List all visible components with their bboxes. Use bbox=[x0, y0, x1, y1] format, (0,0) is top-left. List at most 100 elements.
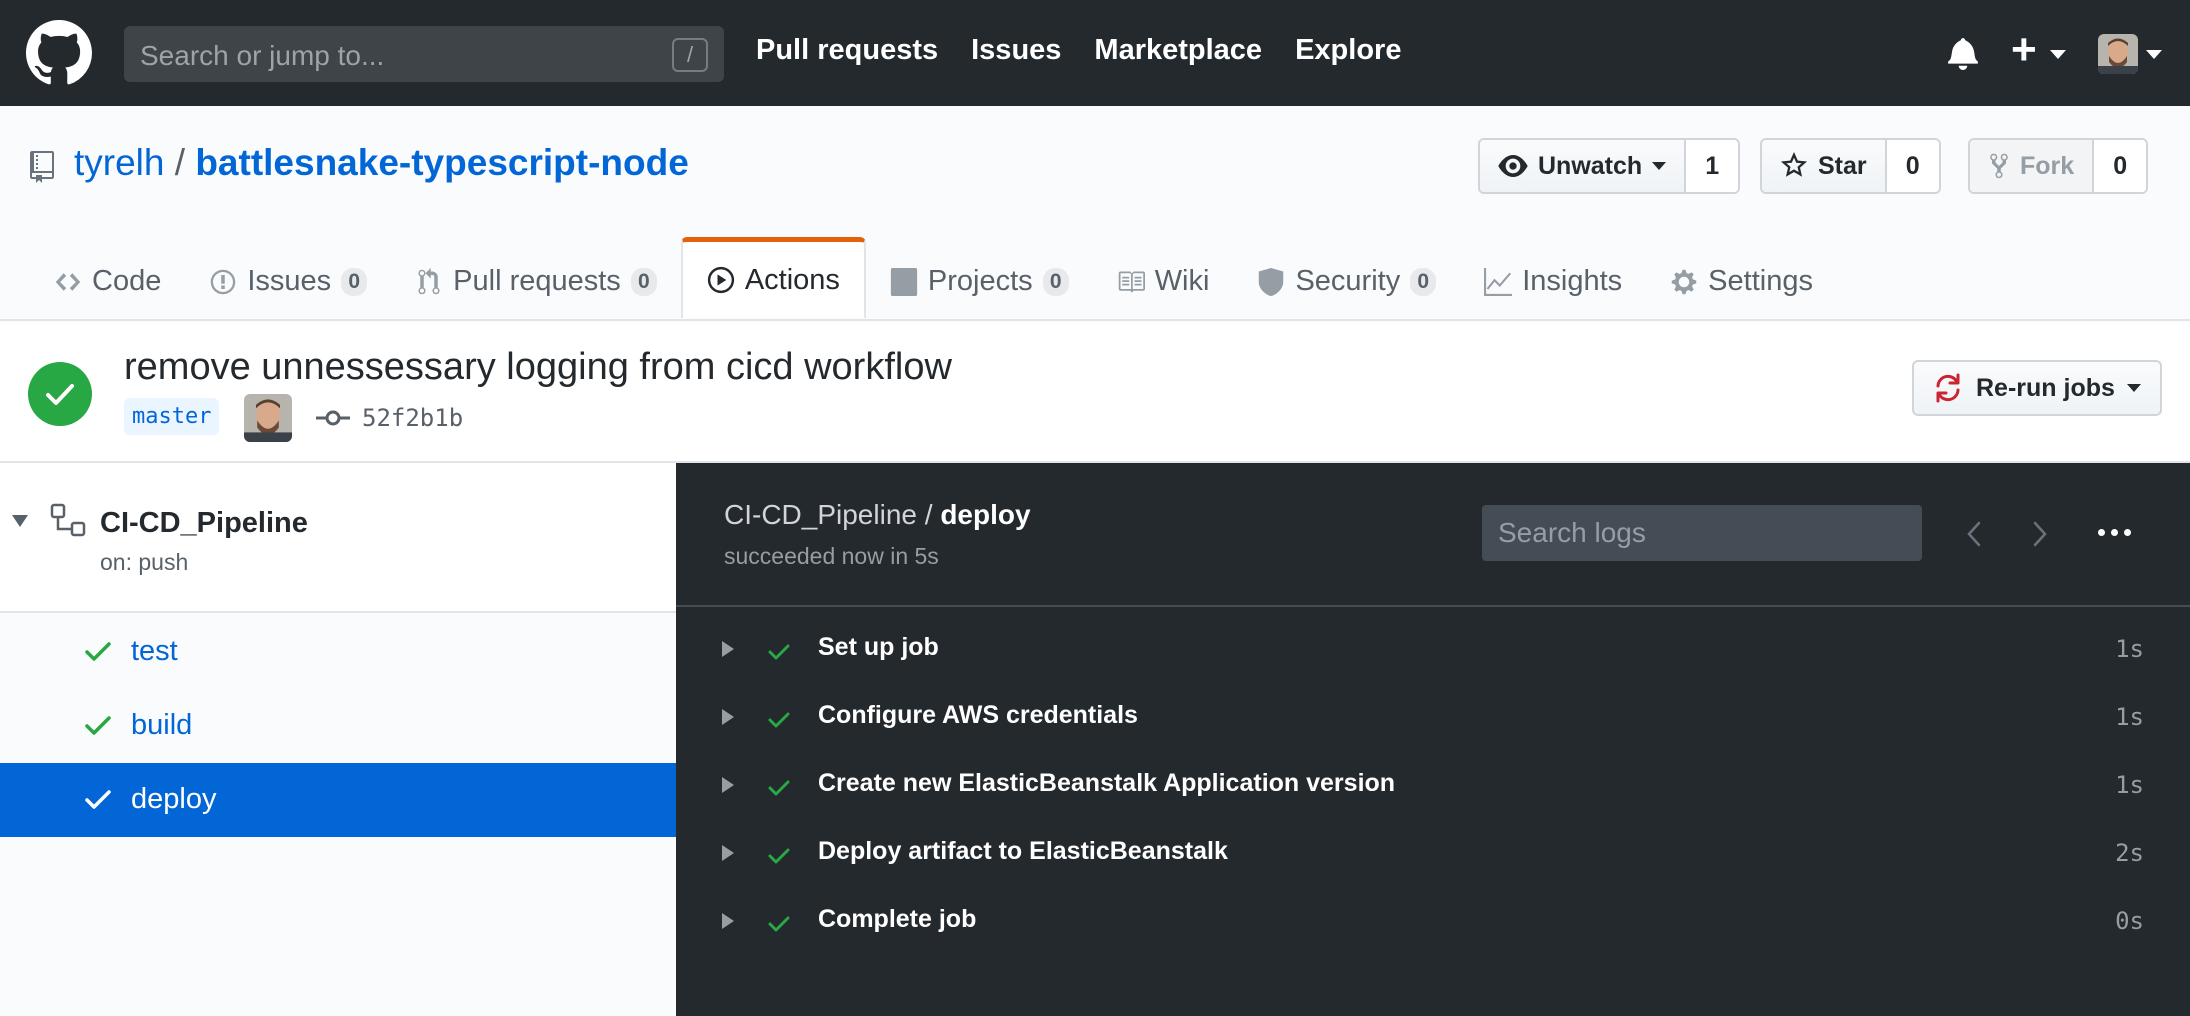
tab-settings[interactable]: Settings bbox=[1646, 242, 1837, 321]
graph-icon bbox=[1484, 267, 1513, 296]
tab-projects[interactable]: Projects 0 bbox=[866, 242, 1093, 321]
tab-code[interactable]: Code bbox=[30, 242, 185, 321]
job-item-build[interactable]: build bbox=[0, 689, 676, 763]
tab-pull-requests[interactable]: Pull requests 0 bbox=[391, 242, 681, 321]
tab-actions[interactable]: Actions bbox=[680, 237, 866, 318]
star-button-group: Star 0 bbox=[1760, 138, 1941, 194]
expand-triangle-icon bbox=[722, 709, 734, 725]
slash-shortcut-key: / bbox=[672, 38, 708, 72]
play-icon bbox=[707, 266, 734, 294]
global-search-input[interactable]: Search or jump to... / bbox=[124, 26, 724, 82]
commit-sha-link[interactable]: 52f2b1b bbox=[362, 404, 463, 432]
global-nav: Pull requests Issues Marketplace Explore bbox=[756, 34, 1401, 67]
create-new-caret-icon bbox=[2050, 50, 2066, 59]
job-label: test bbox=[131, 635, 178, 667]
issue-icon bbox=[211, 269, 236, 294]
forks-count[interactable]: 0 bbox=[2094, 140, 2147, 192]
chevron-right-icon[interactable] bbox=[2032, 521, 2048, 547]
bell-icon[interactable] bbox=[1948, 36, 1978, 70]
chevron-left-icon[interactable] bbox=[1966, 521, 1982, 547]
author-avatar-image bbox=[244, 394, 292, 442]
tab-label: Insights bbox=[1522, 265, 1623, 297]
check-icon bbox=[768, 848, 790, 864]
log-step[interactable]: Complete job 0s bbox=[676, 887, 2190, 955]
job-item-deploy[interactable]: deploy bbox=[0, 763, 676, 837]
watchers-count[interactable]: 1 bbox=[1686, 140, 1739, 192]
expand-triangle-icon bbox=[722, 777, 734, 793]
eye-icon bbox=[1498, 155, 1528, 177]
nav-explore[interactable]: Explore bbox=[1295, 34, 1401, 67]
user-avatar-image bbox=[2098, 34, 2138, 74]
unwatch-button[interactable]: Unwatch bbox=[1480, 140, 1687, 192]
log-step[interactable]: Create new ElasticBeanstalk Application … bbox=[676, 751, 2190, 819]
pull-requests-counter: 0 bbox=[630, 267, 657, 296]
step-name: Set up job bbox=[818, 633, 939, 661]
more-options-icon[interactable] bbox=[2098, 529, 2131, 536]
collapse-triangle-icon[interactable] bbox=[12, 515, 28, 527]
log-step[interactable]: Configure AWS credentials 1s bbox=[676, 683, 2190, 751]
check-icon bbox=[85, 716, 111, 735]
author-avatar[interactable] bbox=[244, 394, 292, 442]
job-label: build bbox=[131, 709, 193, 741]
job-item-test[interactable]: test bbox=[0, 615, 676, 689]
check-icon bbox=[46, 384, 74, 405]
check-icon bbox=[768, 780, 790, 796]
breadcrumb-job: deploy bbox=[940, 499, 1031, 530]
plus-icon[interactable]: + bbox=[2011, 28, 2037, 72]
star-icon bbox=[1780, 152, 1808, 177]
fork-icon bbox=[1990, 153, 2008, 179]
tab-label: Projects bbox=[927, 265, 1033, 297]
step-duration: 1s bbox=[2115, 635, 2144, 663]
log-header: CI-CD_Pipeline / deploy succeeded now in… bbox=[676, 463, 2190, 607]
expand-triangle-icon bbox=[722, 845, 734, 861]
breadcrumb-separator: / bbox=[916, 499, 941, 530]
breadcrumb-workflow: CI-CD_Pipeline bbox=[724, 499, 917, 530]
fork-button-group: Fork 0 bbox=[1968, 138, 2149, 194]
run-header: remove unnessessary logging from cicd wo… bbox=[0, 322, 2190, 463]
star-button[interactable]: Star bbox=[1762, 140, 1887, 192]
tab-security[interactable]: Security 0 bbox=[1233, 242, 1460, 321]
tab-wiki[interactable]: Wiki bbox=[1093, 242, 1234, 321]
nav-issues[interactable]: Issues bbox=[971, 34, 1061, 67]
workflow-trigger: on: push bbox=[100, 549, 189, 575]
log-step[interactable]: Set up job 1s bbox=[676, 615, 2190, 683]
rerun-jobs-button[interactable]: Re-run jobs bbox=[1912, 360, 2162, 416]
tab-label: Issues bbox=[247, 265, 332, 297]
step-duration: 2s bbox=[2115, 839, 2144, 867]
tab-issues[interactable]: Issues 0 bbox=[185, 242, 391, 321]
sync-icon bbox=[1936, 373, 1960, 403]
tab-label: Pull requests bbox=[453, 265, 621, 297]
repo-header: tyrelh / battlesnake-typescript-node Unw… bbox=[0, 106, 2190, 321]
search-logs-input[interactable] bbox=[1482, 505, 1922, 561]
workflow-name[interactable]: CI-CD_Pipeline bbox=[100, 507, 308, 540]
job-label: deploy bbox=[131, 783, 217, 815]
repo-owner-link[interactable]: tyrelh bbox=[74, 142, 164, 183]
expand-triangle-icon bbox=[722, 641, 734, 657]
nav-pull-requests[interactable]: Pull requests bbox=[756, 34, 938, 67]
projects-counter: 0 bbox=[1042, 267, 1069, 296]
repo-name-link[interactable]: battlesnake-typescript-node bbox=[195, 142, 688, 183]
success-status-badge bbox=[28, 362, 92, 426]
tab-label: Code bbox=[92, 265, 162, 297]
fork-button[interactable]: Fork bbox=[1970, 140, 2095, 192]
step-name: Deploy artifact to ElasticBeanstalk bbox=[818, 837, 1228, 865]
rerun-jobs-label: Re-run jobs bbox=[1976, 373, 2115, 402]
tab-insights[interactable]: Insights bbox=[1460, 242, 1646, 321]
step-duration: 1s bbox=[2115, 703, 2144, 731]
workflow-icon bbox=[50, 503, 86, 537]
nav-marketplace[interactable]: Marketplace bbox=[1094, 34, 1262, 67]
watch-button-group: Unwatch 1 bbox=[1478, 138, 1741, 194]
workflow-header: CI-CD_Pipeline on: push bbox=[0, 463, 676, 613]
user-avatar[interactable] bbox=[2098, 34, 2138, 74]
log-step[interactable]: Deploy artifact to ElasticBeanstalk 2s bbox=[676, 819, 2190, 887]
fork-label: Fork bbox=[2020, 151, 2075, 180]
github-logo-icon[interactable] bbox=[26, 20, 92, 86]
check-icon bbox=[85, 790, 111, 809]
expand-triangle-icon bbox=[722, 913, 734, 929]
step-duration: 1s bbox=[2115, 771, 2144, 799]
stars-count[interactable]: 0 bbox=[1886, 140, 1939, 192]
gear-icon bbox=[1671, 269, 1697, 294]
chevron-down-icon bbox=[1652, 162, 1667, 170]
user-menu-caret-icon bbox=[2146, 50, 2162, 59]
branch-label[interactable]: master bbox=[124, 398, 220, 435]
